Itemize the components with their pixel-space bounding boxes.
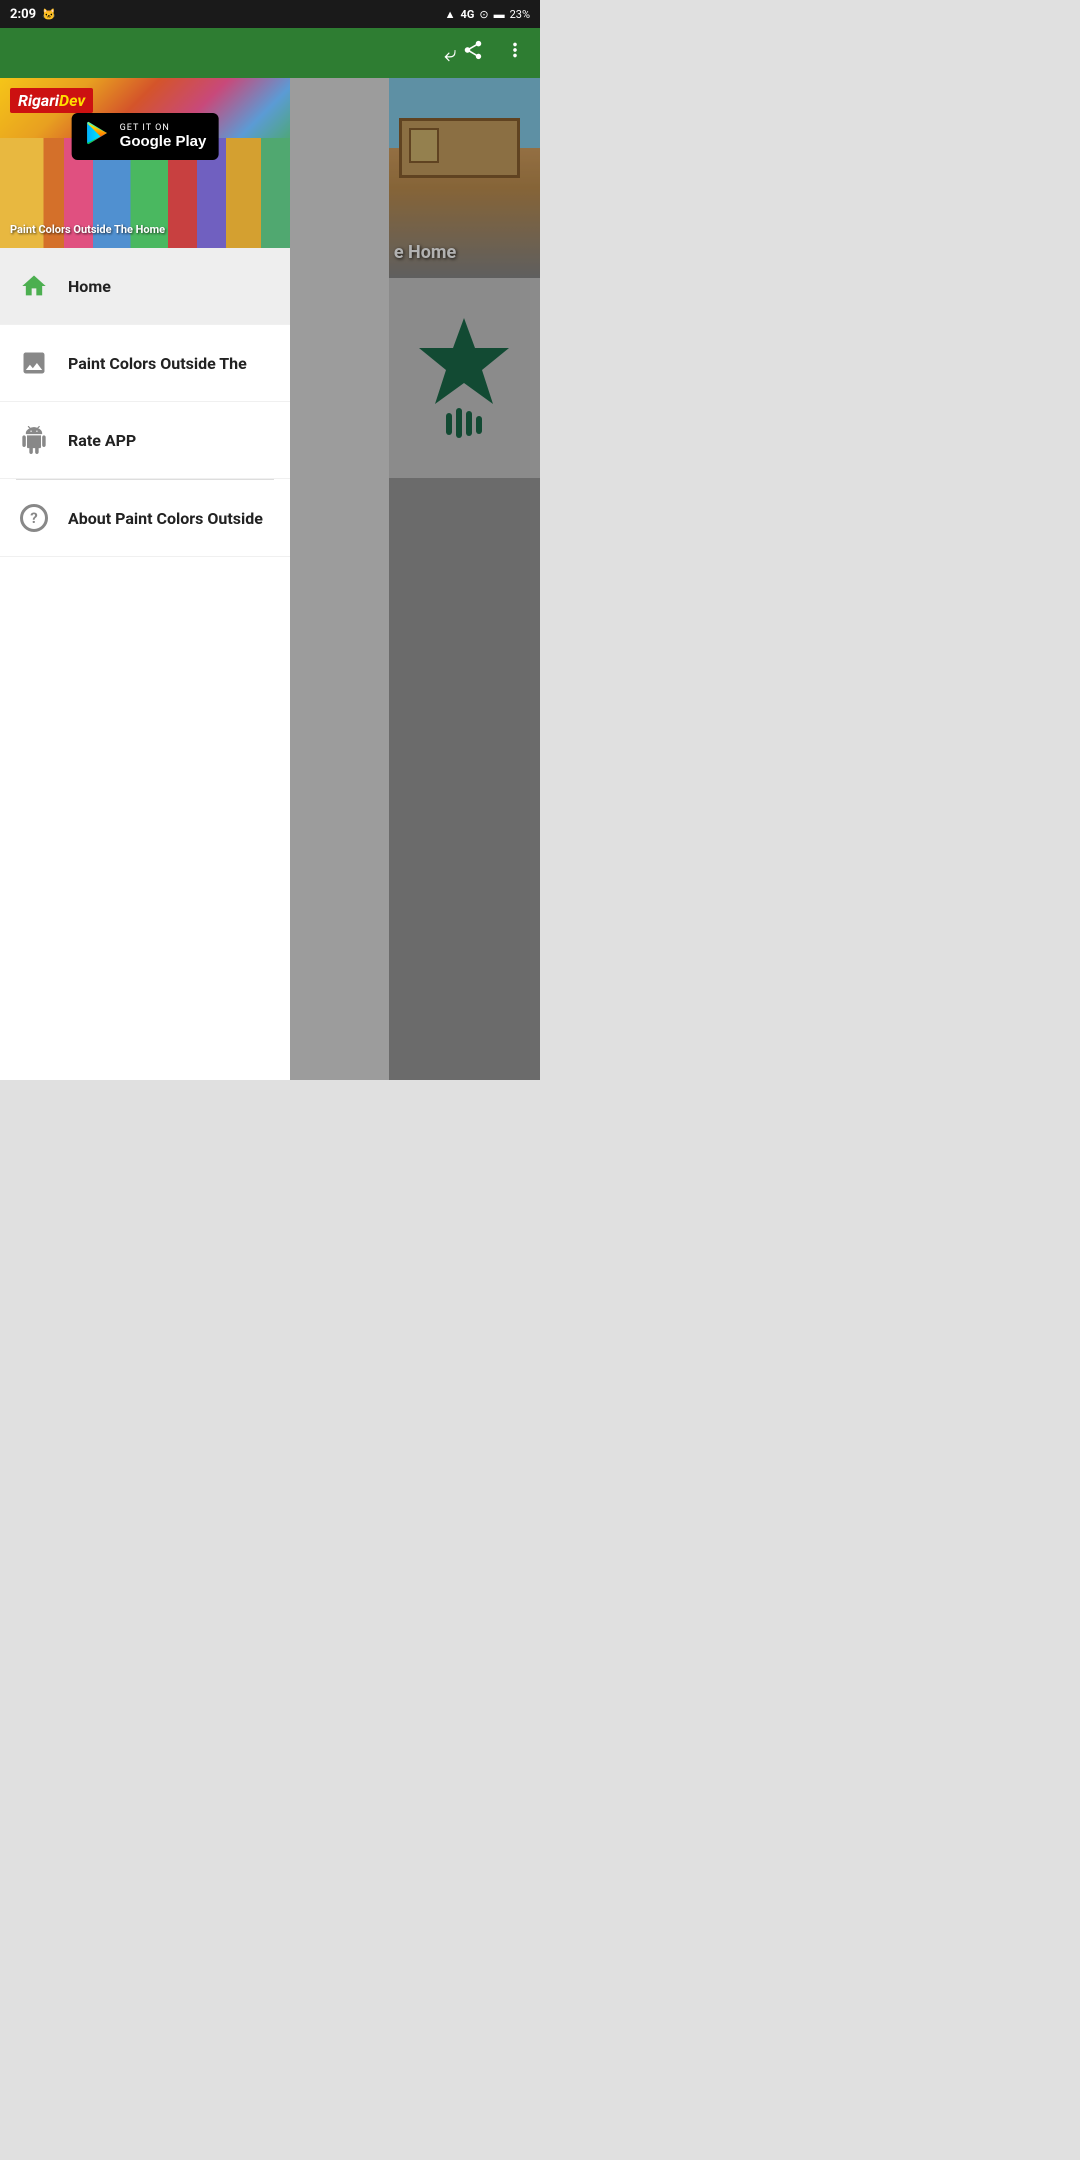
- status-emoji-icon: 🐱: [42, 8, 56, 21]
- nav-item-home[interactable]: Home: [0, 248, 290, 325]
- drawer-header: RigariDev: [0, 78, 290, 248]
- status-bar-left: 2:09 🐱: [10, 7, 56, 22]
- nav-item-rate-app[interactable]: Rate APP: [0, 402, 290, 479]
- drawer-logo: RigariDev: [10, 88, 93, 113]
- question-mark-icon: ?: [20, 504, 48, 532]
- signal-icon: ▲: [445, 8, 456, 21]
- status-bar: 2:09 🐱 ▲ 4G ⊙ ▬ 23%: [0, 0, 540, 28]
- brand-accent: Dev: [59, 91, 85, 110]
- share-icon[interactable]: ⤶: [444, 39, 484, 67]
- home-icon: [16, 268, 52, 304]
- nav-item-about-label: About Paint Colors Outside: [68, 509, 263, 528]
- status-bar-right: ▲ 4G ⊙ ▬ 23%: [445, 8, 530, 21]
- main-content: e Home RigariDev: [0, 78, 540, 1080]
- nav-item-about[interactable]: ? About Paint Colors Outside: [0, 480, 290, 557]
- nav-item-home-label: Home: [68, 277, 111, 296]
- google-play-badge[interactable]: GET IT ON Google Play: [72, 113, 219, 160]
- status-time: 2:09: [10, 7, 36, 22]
- network-type: 4G: [461, 8, 475, 21]
- google-play-label: Google Play: [120, 133, 207, 150]
- battery-icon: ▬: [494, 8, 505, 21]
- google-play-text-wrapper: GET IT ON Google Play: [120, 123, 207, 150]
- nav-item-paint-colors[interactable]: Paint Colors Outside The: [0, 325, 290, 402]
- get-it-on-label: GET IT ON: [120, 123, 207, 133]
- brand-label: RigariDev: [10, 88, 93, 113]
- battery-percent: 23%: [510, 8, 530, 21]
- app-toolbar: ⤶: [0, 28, 540, 78]
- more-options-icon[interactable]: [504, 39, 526, 67]
- image-icon: [16, 345, 52, 381]
- nav-item-paint-label: Paint Colors Outside The: [68, 354, 247, 373]
- about-icon: ?: [16, 500, 52, 536]
- android-icon: [16, 422, 52, 458]
- nav-item-rate-label: Rate APP: [68, 431, 136, 450]
- play-store-icon: [84, 119, 112, 154]
- drawer-nav-list: Home Paint Colors Outside The Rate: [0, 248, 290, 1080]
- nav-drawer: RigariDev: [0, 78, 290, 1080]
- wifi-icon: ⊙: [479, 8, 488, 21]
- drawer-app-name: Paint Colors Outside The Home: [10, 223, 165, 236]
